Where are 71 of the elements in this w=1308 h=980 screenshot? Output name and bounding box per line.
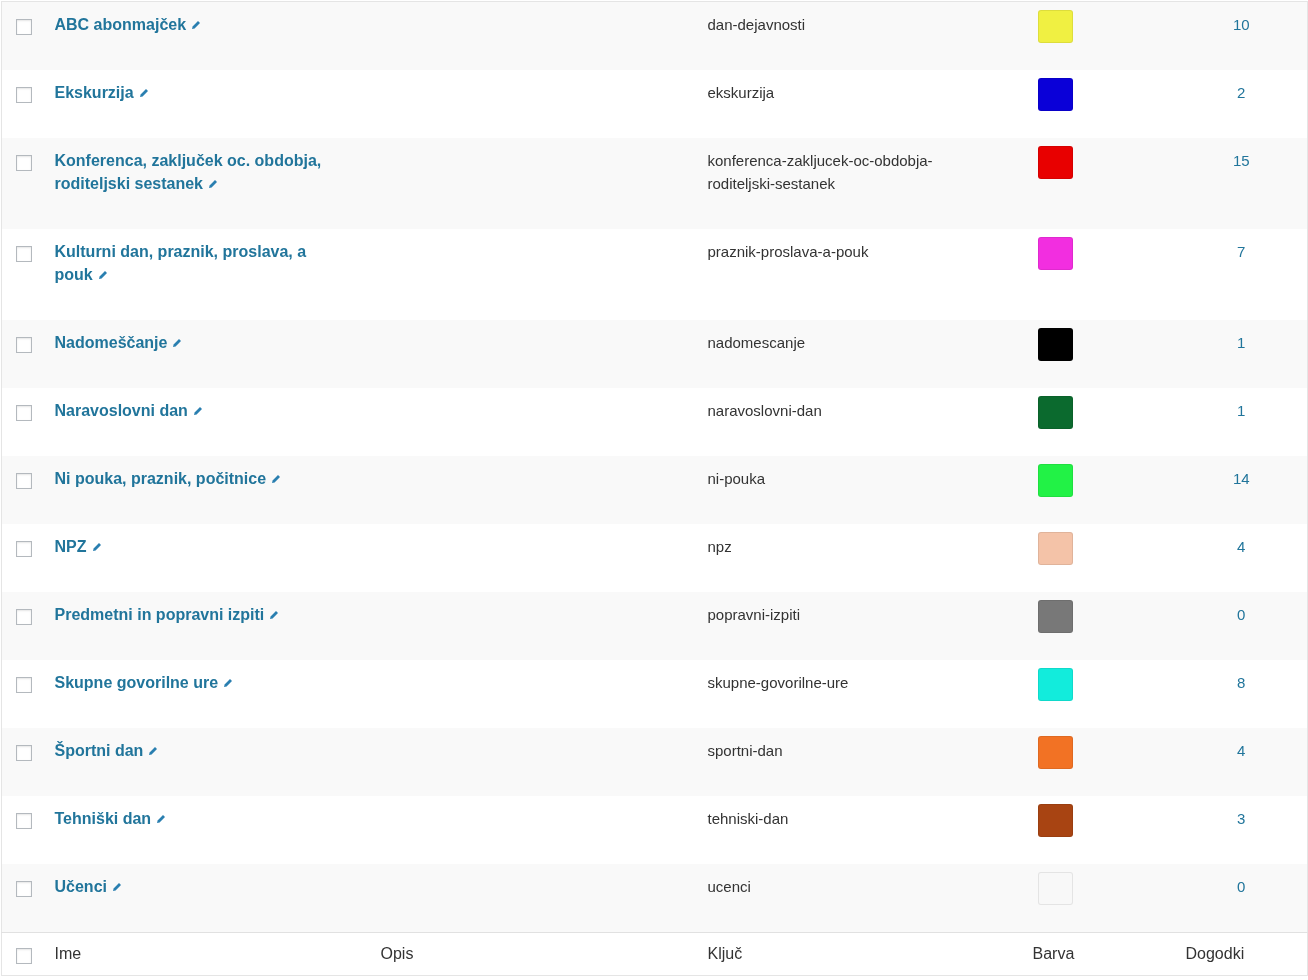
category-name-link[interactable]: Kulturni dan, praznik, proslava, a pouk [54,240,340,286]
row-checkbox[interactable] [16,609,32,626]
select-all-checkbox[interactable] [16,948,32,965]
slug-text: naravoslovni-dan [707,401,822,421]
event-count-link[interactable]: 14 [1232,470,1250,487]
row-checkbox[interactable] [16,87,32,104]
column-header[interactable]: Opis [380,945,414,962]
column-header[interactable]: Barva [1032,945,1075,962]
row-checkbox[interactable] [16,541,32,558]
column-header[interactable]: Dogodki [1185,945,1245,962]
slug-text: popravni-izpiti [707,605,801,625]
row-checkbox[interactable] [16,337,32,354]
category-name-link[interactable]: Tehniški dan [54,807,340,830]
column-header[interactable]: Ime [54,945,82,962]
category-name-link[interactable]: Učenci [54,875,340,898]
pencil-icon[interactable] [148,746,159,756]
row-checkbox[interactable] [16,677,32,694]
pencil-icon[interactable] [172,338,183,348]
slug-text: ucenci [707,877,751,897]
pencil-icon[interactable] [91,542,102,552]
pencil-icon[interactable] [97,270,108,280]
pencil-icon[interactable] [138,88,149,98]
category-name-link[interactable]: Ni pouka, praznik, počitnice [54,467,340,490]
pencil-icon[interactable] [208,179,218,189]
category-name-link[interactable]: Predmetni in popravni izpiti [54,603,340,626]
pencil-icon[interactable] [271,474,282,484]
slug-text: konferenca-zakljucek-oc-obdobja-roditeljski-sestanek [707,151,934,194]
category-name-link[interactable]: Naravoslovni dan [54,399,340,422]
row-checkbox[interactable] [16,405,32,422]
row-checkbox[interactable] [16,155,32,172]
pencil-icon[interactable] [156,814,167,824]
event-count-link[interactable]: 1 [1237,334,1246,351]
category-name-link[interactable]: Skupne govorilne ure [54,671,340,694]
slug-text: nadomescanje [707,333,806,353]
pencil-icon[interactable] [191,20,202,30]
category-name-link[interactable]: Nadomeščanje [54,331,340,354]
event-count-link[interactable]: 10 [1232,16,1250,33]
event-count-link[interactable]: 2 [1237,84,1246,101]
slug-text: dan-dejavnosti [707,15,806,35]
slug-text: npz [707,537,732,557]
event-count-link[interactable]: 0 [1237,606,1246,623]
pencil-icon[interactable] [269,610,280,620]
category-name-link[interactable]: Športni dan [54,739,340,762]
slug-text: sportni-dan [707,741,783,761]
row-checkbox[interactable] [16,473,32,490]
slug-text: skupne-govorilne-ure [707,673,849,693]
event-count-link[interactable]: 15 [1232,152,1250,169]
pencil-icon[interactable] [192,406,203,416]
event-count-link[interactable]: 7 [1237,243,1246,260]
row-checkbox[interactable] [16,881,32,898]
slug-text: praznik-proslava-a-pouk [707,242,869,262]
event-count-link[interactable]: 0 [1237,878,1246,895]
slug-text: ekskurzija [707,83,775,103]
row-checkbox[interactable] [16,745,32,762]
slug-text: tehniski-dan [707,809,789,829]
slug-text: ni-pouka [707,469,766,489]
row-checkbox[interactable] [16,813,32,830]
event-count-link[interactable]: 3 [1237,810,1246,827]
category-name-link[interactable]: Ekskurzija [54,81,340,104]
event-count-link[interactable]: 8 [1237,674,1246,691]
column-header[interactable]: Ključ [707,945,743,962]
category-name-link[interactable]: ABC abonmajček [54,13,340,36]
row-checkbox[interactable] [16,19,32,36]
category-name-link[interactable]: NPZ [54,535,340,558]
event-count-link[interactable]: 4 [1237,742,1246,759]
category-name-link[interactable]: Konferenca, zaključek oc. obdobja, roditeljski sestanek [54,149,340,195]
event-count-link[interactable]: 1 [1237,402,1246,419]
row-checkbox[interactable] [16,246,32,263]
pencil-icon[interactable] [223,678,234,688]
pencil-icon[interactable] [111,882,122,892]
event-count-link[interactable]: 4 [1237,538,1246,555]
